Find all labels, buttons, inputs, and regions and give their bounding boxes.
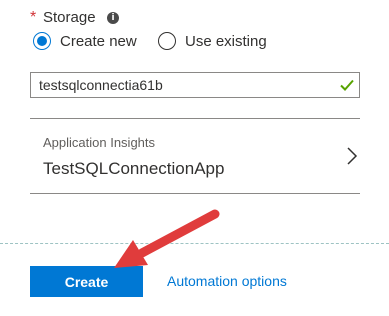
- section-divider: [0, 243, 389, 244]
- required-marker: *: [30, 9, 37, 26]
- create-button[interactable]: Create: [30, 266, 143, 297]
- application-insights-selector[interactable]: Application Insights TestSQLConnectionAp…: [30, 118, 360, 194]
- automation-options-link[interactable]: Automation options: [167, 273, 287, 289]
- create-new-label[interactable]: Create new: [60, 33, 137, 50]
- storage-name-input[interactable]: [30, 72, 360, 98]
- checkmark-icon: [340, 79, 354, 91]
- use-existing-radio[interactable]: [158, 32, 176, 50]
- create-new-radio[interactable]: [33, 32, 51, 50]
- info-icon[interactable]: i: [107, 12, 119, 24]
- use-existing-label[interactable]: Use existing: [185, 33, 267, 50]
- chevron-right-icon[interactable]: [346, 146, 358, 166]
- application-insights-title: Application Insights: [43, 135, 156, 150]
- application-insights-value: TestSQLConnectionApp: [43, 159, 225, 178]
- storage-label: Storage: [43, 9, 96, 26]
